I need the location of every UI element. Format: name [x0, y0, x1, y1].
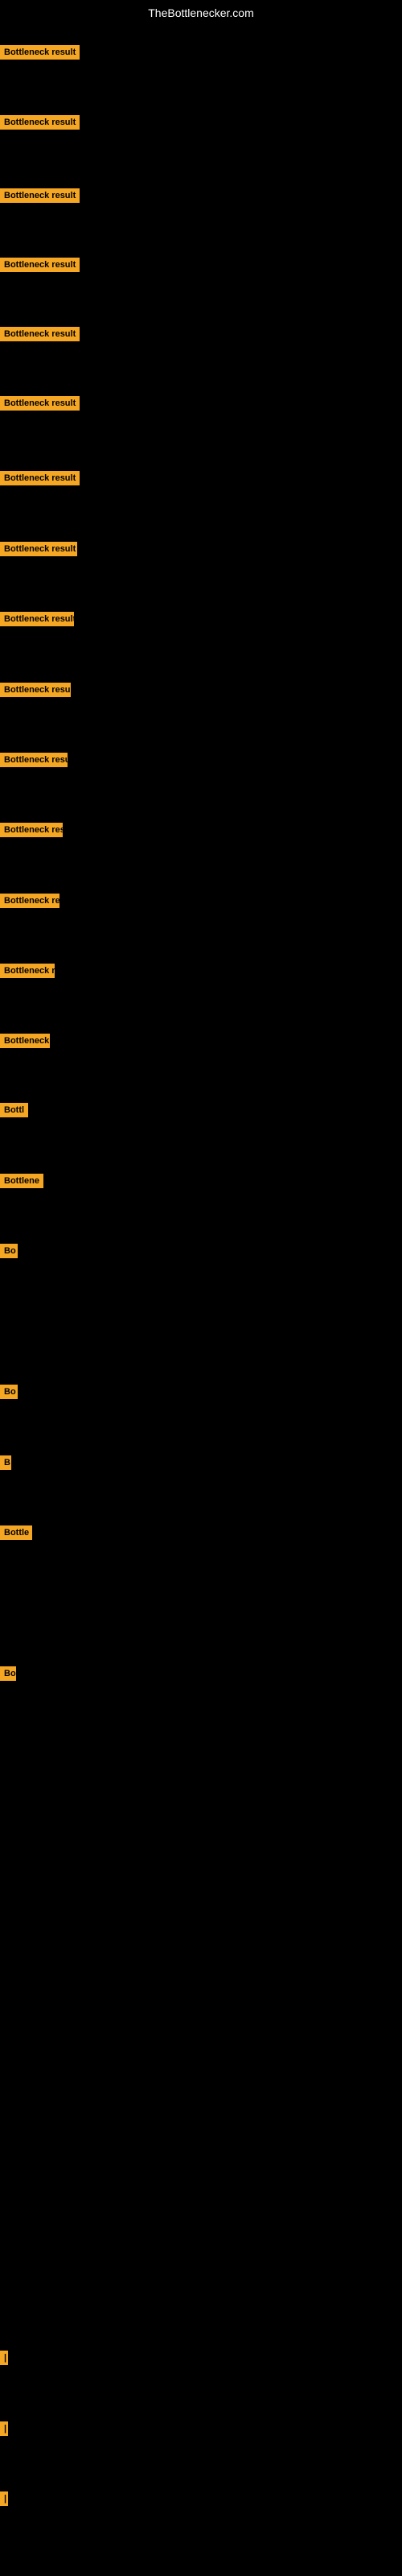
bottleneck-badge-17[interactable]: Bottlene: [0, 1174, 43, 1188]
bottleneck-badge-19[interactable]: Bo: [0, 1385, 18, 1399]
bottleneck-badge-2[interactable]: Bottleneck result: [0, 115, 80, 130]
bottleneck-badge-9[interactable]: Bottleneck result: [0, 612, 74, 626]
bottleneck-badge-23[interactable]: |: [0, 2351, 8, 2365]
bottleneck-badge-6[interactable]: Bottleneck result: [0, 396, 80, 411]
bottleneck-badge-5[interactable]: Bottleneck result: [0, 327, 80, 341]
bottleneck-badge-13[interactable]: Bottleneck res: [0, 894, 59, 908]
bottleneck-badge-14[interactable]: Bottleneck re: [0, 964, 55, 978]
bottleneck-badge-20[interactable]: B: [0, 1455, 11, 1470]
bottleneck-badge-12[interactable]: Bottleneck res: [0, 823, 63, 837]
bottleneck-badge-3[interactable]: Bottleneck result: [0, 188, 80, 203]
bottleneck-badge-22[interactable]: Bo: [0, 1666, 16, 1681]
site-title: TheBottlenecker.com: [0, 0, 402, 26]
bottleneck-badge-4[interactable]: Bottleneck result: [0, 258, 80, 272]
bottleneck-badge-7[interactable]: Bottleneck result: [0, 471, 80, 485]
bottleneck-badge-11[interactable]: Bottleneck resu: [0, 753, 68, 767]
bottleneck-badge-25[interactable]: |: [0, 2491, 8, 2506]
bottleneck-badge-16[interactable]: Bottl: [0, 1103, 28, 1117]
bottleneck-badge-1[interactable]: Bottleneck result: [0, 45, 80, 60]
bottleneck-badge-15[interactable]: Bottleneck: [0, 1034, 50, 1048]
bottleneck-badge-21[interactable]: Bottle: [0, 1525, 32, 1540]
bottleneck-badge-10[interactable]: Bottleneck result: [0, 683, 71, 697]
bottleneck-badge-18[interactable]: Bo: [0, 1244, 18, 1258]
bottleneck-badge-8[interactable]: Bottleneck result: [0, 542, 77, 556]
bottleneck-badge-24[interactable]: |: [0, 2421, 8, 2436]
